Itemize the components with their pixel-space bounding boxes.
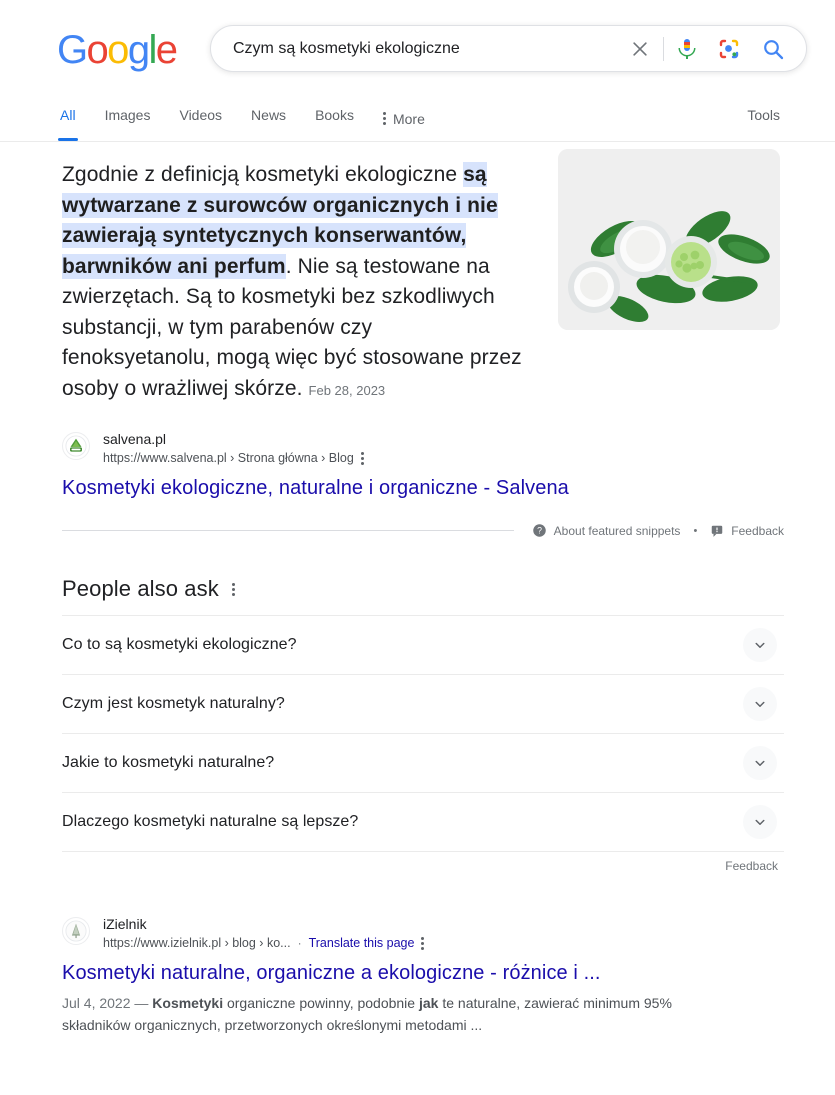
snippet-lead-text: Zgodnie z definicją kosmetyki ekologiczn… bbox=[62, 163, 464, 186]
about-featured-snippets-label: About featured snippets bbox=[553, 523, 681, 538]
search-result-item: iZielnik https://www.izielnik.pl › blog … bbox=[62, 915, 792, 1036]
cosmetic-jars-leaves-illustration bbox=[558, 149, 780, 330]
chevron-down-icon[interactable] bbox=[743, 687, 777, 721]
logo-letter-o1: o bbox=[86, 28, 109, 72]
result-desc-bold2: jak bbox=[418, 995, 439, 1011]
tab-books[interactable]: Books bbox=[315, 96, 354, 130]
more-vertical-icon[interactable] bbox=[360, 451, 364, 465]
chevron-down-icon[interactable] bbox=[743, 805, 777, 839]
snippet-feedback-label: Feedback bbox=[731, 523, 784, 538]
svg-text:?: ? bbox=[537, 526, 542, 536]
tab-images[interactable]: Images bbox=[105, 96, 151, 130]
tab-news[interactable]: News bbox=[251, 96, 286, 130]
more-vertical-icon[interactable] bbox=[421, 936, 425, 950]
tab-all[interactable]: All bbox=[58, 96, 78, 141]
izielnik-tree-favicon bbox=[62, 917, 90, 945]
tab-more-label: More bbox=[392, 110, 425, 127]
footer-divider bbox=[62, 530, 514, 531]
snippet-date: Feb 28, 2023 bbox=[308, 382, 386, 398]
result-source-meta: iZielnik https://www.izielnik.pl › blog … bbox=[103, 915, 425, 952]
result-date: Jul 4, 2022 bbox=[62, 995, 131, 1011]
featured-snippet-text: Zgodnie z definicją kosmetyki ekologiczn… bbox=[62, 160, 525, 406]
paa-question-label: Czym jest kosmetyk naturalny? bbox=[62, 695, 285, 712]
featured-snippet-source[interactable]: salvena.pl https://www.salvena.pl › Stro… bbox=[62, 430, 792, 467]
more-vertical-icon bbox=[382, 112, 386, 125]
people-also-ask-section: People also ask Co to są kosmetyki ekolo… bbox=[62, 576, 784, 873]
search-results-main: Zgodnie z definicją kosmetyki ekologiczn… bbox=[0, 142, 835, 1036]
close-icon[interactable] bbox=[625, 34, 655, 64]
page-header: Google bbox=[0, 0, 835, 96]
featured-snippet-image[interactable] bbox=[558, 149, 780, 330]
source-url: https://www.salvena.pl › Strona główna ›… bbox=[103, 451, 354, 465]
logo-letter-l: l bbox=[148, 28, 157, 72]
paa-question-2[interactable]: Czym jest kosmetyk naturalny? bbox=[62, 674, 784, 733]
paa-question-label: Jakie to kosmetyki naturalne? bbox=[62, 754, 275, 771]
paa-question-label: Co to są kosmetyki ekologiczne? bbox=[62, 636, 297, 653]
tools-button[interactable]: Tools bbox=[747, 107, 780, 123]
help-circle-icon: ? bbox=[532, 524, 546, 537]
paa-question-1[interactable]: Co to są kosmetyki ekologiczne? bbox=[62, 615, 784, 674]
snippet-feedback-link[interactable]: Feedback bbox=[710, 524, 784, 538]
tab-more[interactable]: More bbox=[382, 96, 425, 130]
logo-letter-g2: g bbox=[127, 28, 150, 72]
chevron-down-icon[interactable] bbox=[743, 628, 777, 662]
result-desc-bold1: Kosmetyki bbox=[152, 995, 224, 1011]
source-url-row: https://www.salvena.pl › Strona główna ›… bbox=[103, 449, 364, 467]
logo-letter-g1: G bbox=[57, 28, 88, 72]
result-site-name: iZielnik bbox=[103, 916, 147, 932]
logo-letter-o2: o bbox=[107, 28, 129, 72]
result-source[interactable]: iZielnik https://www.izielnik.pl › blog … bbox=[62, 915, 792, 952]
footer-separator: • bbox=[693, 524, 698, 537]
result-date-dash: — bbox=[134, 995, 149, 1011]
search-nav-tabs: All Images Videos News Books More Tools bbox=[0, 96, 835, 142]
result-url: https://www.izielnik.pl › blog › ko... bbox=[103, 936, 291, 950]
paa-feedback-link[interactable]: Feedback bbox=[725, 859, 778, 873]
translate-this-page-link[interactable]: Translate this page bbox=[309, 936, 415, 950]
result-description: Jul 4, 2022 — Kosmetyki organiczne powin… bbox=[62, 992, 707, 1036]
featured-snippet: Zgodnie z definicją kosmetyki ekologiczn… bbox=[62, 142, 792, 538]
salvena-leaf-favicon bbox=[62, 432, 90, 460]
url-separator: · bbox=[297, 936, 302, 950]
people-also-ask-footer: Feedback bbox=[62, 851, 784, 873]
result-desc-part2: organiczne powinny, podobnie bbox=[223, 995, 419, 1011]
feedback-flag-icon bbox=[712, 525, 723, 537]
search-input[interactable] bbox=[231, 38, 625, 59]
tab-videos[interactable]: Videos bbox=[179, 96, 222, 130]
search-bar[interactable] bbox=[210, 25, 807, 72]
featured-snippet-footer: ? About featured snippets • Feedback bbox=[62, 523, 784, 538]
microphone-icon[interactable] bbox=[674, 36, 700, 62]
search-icon[interactable] bbox=[760, 36, 786, 62]
paa-question-3[interactable]: Jakie to kosmetyki naturalne? bbox=[62, 733, 784, 792]
source-meta: salvena.pl https://www.salvena.pl › Stro… bbox=[103, 430, 364, 467]
source-site-name: salvena.pl bbox=[103, 431, 167, 447]
google-lens-icon[interactable] bbox=[716, 36, 742, 62]
people-also-ask-title: People also ask bbox=[62, 576, 219, 601]
google-logo[interactable]: Google bbox=[57, 28, 178, 72]
people-also-ask-header: People also ask bbox=[62, 576, 784, 615]
search-divider bbox=[663, 36, 664, 61]
logo-letter-e: e bbox=[155, 28, 178, 72]
paa-question-4[interactable]: Dlaczego kosmetyki naturalne są lepsze? bbox=[62, 792, 784, 851]
about-featured-snippets-link[interactable]: ? About featured snippets bbox=[532, 523, 681, 538]
more-vertical-icon[interactable] bbox=[231, 582, 235, 596]
chevron-down-icon[interactable] bbox=[743, 746, 777, 780]
featured-snippet-result-title[interactable]: Kosmetyki ekologiczne, naturalne i organ… bbox=[62, 475, 792, 501]
tab-list: All Images Videos News Books More bbox=[58, 96, 454, 141]
result-url-row: https://www.izielnik.pl › blog › ko... ·… bbox=[103, 934, 425, 952]
result-title[interactable]: Kosmetyki naturalne, organiczne a ekolog… bbox=[62, 960, 792, 986]
paa-question-label: Dlaczego kosmetyki naturalne są lepsze? bbox=[62, 813, 359, 830]
